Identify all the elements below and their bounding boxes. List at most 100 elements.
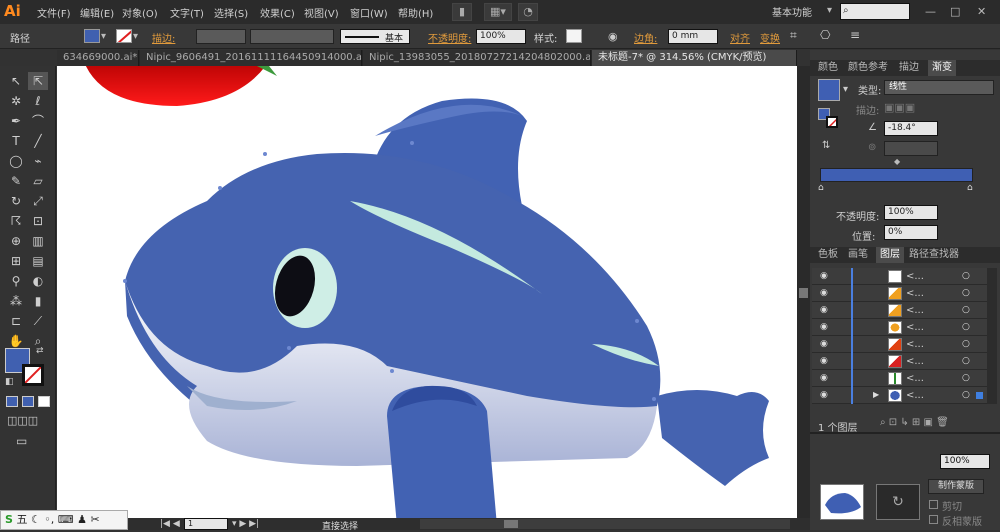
line-tool-icon[interactable]: ╱ — [28, 132, 48, 150]
layer-name[interactable]: <... — [906, 305, 924, 316]
eye-icon[interactable]: ◉ — [820, 305, 828, 315]
gradient-tool-icon[interactable]: ▤ — [28, 252, 48, 270]
artboard-tool-icon[interactable]: ⊏ — [6, 312, 26, 330]
gradient-type-dropdown[interactable]: 线性 — [884, 80, 994, 95]
eyedropper-icon[interactable]: ⚲ — [6, 272, 26, 290]
workspace-switcher[interactable]: 基本功能 — [772, 4, 812, 19]
maximize-icon[interactable]: □ — [950, 5, 960, 18]
tab-color-guide[interactable]: 颜色参考 — [844, 60, 892, 76]
target-circle-icon[interactable]: ○ — [962, 322, 970, 332]
target-circle-icon[interactable]: ○ — [962, 390, 970, 400]
tab-gradient[interactable]: 渐变 — [928, 60, 956, 76]
stop-position-input[interactable]: 0% — [884, 225, 938, 240]
target-circle-icon[interactable]: ○ — [962, 339, 970, 349]
expand-arrow-icon[interactable]: ▶ — [873, 390, 879, 399]
free-transform-icon[interactable]: ⊡ — [28, 212, 48, 230]
symbol-sprayer-icon[interactable]: ⁂ — [6, 292, 26, 310]
ime-toolbar[interactable]: S 五 ☾ ◦, ⌨ ♟ ✂ — [0, 510, 128, 530]
page-next-icon[interactable]: ▾ ▶ ▶| — [232, 519, 259, 529]
gradient-stop-left[interactable]: ⌂ — [818, 183, 824, 193]
horizontal-scrollbar[interactable] — [420, 519, 790, 529]
menu-select[interactable]: 选择(S) — [214, 5, 248, 20]
color-mode-button[interactable] — [6, 396, 18, 407]
chevron-down-icon[interactable]: ▾ — [843, 84, 848, 95]
mask-thumbnail[interactable]: ↻ — [876, 484, 920, 520]
stop-opacity-input[interactable]: 100% — [884, 205, 938, 220]
layers-footer-icons[interactable]: ⌕ ⊡ ↳ ⊞ ▣ 🗑 — [880, 417, 949, 428]
clip-checkbox[interactable] — [929, 500, 938, 509]
layer-name[interactable]: <... — [906, 339, 924, 350]
gradient-ramp[interactable] — [820, 168, 973, 182]
eye-icon[interactable]: ◉ — [820, 339, 828, 349]
target-circle-icon[interactable]: ○ — [962, 271, 970, 281]
make-mask-button[interactable]: 制作蒙版 — [928, 479, 984, 494]
menu-edit[interactable]: 编辑(E) — [80, 5, 114, 20]
eye-icon[interactable]: ◉ — [820, 356, 828, 366]
stroke-gradient-options-icon[interactable]: ▣▣▣ — [884, 101, 915, 114]
recolor-icon[interactable]: ◉ — [608, 30, 618, 43]
gpu-performance-icon[interactable]: ◔ — [518, 3, 538, 21]
menu-view[interactable]: 视图(V) — [304, 5, 339, 20]
layer-name[interactable]: <... — [906, 271, 924, 282]
arrange-documents-icon[interactable]: ▦▾ — [484, 3, 512, 21]
eye-icon[interactable]: ◉ — [820, 271, 828, 281]
aspect-ratio-input[interactable] — [884, 141, 938, 156]
help-search-input[interactable] — [840, 3, 910, 20]
chevron-down-icon[interactable]: ▾ — [827, 5, 832, 16]
perspective-grid-icon[interactable]: ▥ — [28, 232, 48, 250]
rotate-tool-icon[interactable]: ↻ — [6, 192, 26, 210]
tab-layers[interactable]: 图层 — [876, 247, 904, 263]
gradient-stop-right[interactable]: ⌂ — [967, 183, 973, 193]
warp-tool-icon[interactable]: ☈ — [6, 212, 26, 230]
slice-tool-icon[interactable]: ⟋ — [28, 312, 48, 330]
gradient-angle-input[interactable]: -18.4° — [884, 121, 938, 136]
tab-swatches[interactable]: 色板 — [814, 247, 842, 263]
artboard-canvas[interactable] — [57, 66, 797, 518]
vertical-scrollbar[interactable] — [797, 66, 810, 518]
blend-tool-icon[interactable]: ◐ — [28, 272, 48, 290]
corner-input[interactable]: 0 mm — [668, 29, 718, 44]
menu-window[interactable]: 窗口(W) — [350, 5, 388, 20]
variable-width-dropdown[interactable] — [250, 29, 334, 44]
tab-document-3[interactable]: Nipic_13983055_20180727214204802000.ai* — [363, 50, 591, 66]
mesh-tool-icon[interactable]: ⊞ — [6, 252, 26, 270]
brush-dropdown[interactable]: 基本 — [340, 29, 410, 44]
bridge-icon[interactable]: ▮ — [452, 3, 472, 21]
selection-tool-icon[interactable]: ↖ — [6, 72, 26, 90]
eye-icon[interactable]: ◉ — [820, 322, 828, 332]
tab-stroke[interactable]: 描边 — [895, 60, 923, 76]
eye-icon[interactable]: ◉ — [820, 288, 828, 298]
tab-document-1[interactable]: 634669000.ai* — [57, 50, 139, 66]
layer-name[interactable]: <... — [906, 322, 924, 333]
stroke-none-swatch[interactable] — [116, 29, 132, 43]
transparency-opacity-input[interactable]: 100% — [940, 454, 990, 469]
curvature-tool-icon[interactable]: ⌒ — [28, 112, 48, 130]
menu-file[interactable]: 文件(F) — [37, 5, 71, 20]
layer-name[interactable]: <... — [906, 390, 924, 401]
draw-mode-icon[interactable]: ◫◫◫ — [7, 414, 38, 427]
ellipse-tool-icon[interactable]: ◯ — [6, 152, 26, 170]
menu-help[interactable]: 帮助(H) — [398, 5, 433, 20]
layer-name[interactable]: <... — [906, 373, 924, 384]
graphic-style-swatch[interactable] — [566, 29, 582, 43]
shape-builder-icon[interactable]: ⊕ — [6, 232, 26, 250]
paintbrush-icon[interactable]: ⌁ — [28, 152, 48, 170]
fill-swatch[interactable] — [84, 29, 100, 43]
graph-tool-icon[interactable]: ▮ — [28, 292, 48, 310]
page-nav-icon[interactable]: |◀ ◀ — [160, 519, 180, 529]
scrollbar-thumb[interactable] — [504, 520, 518, 528]
screen-mode-icon[interactable]: ▭ — [16, 434, 27, 448]
transform-link[interactable]: 变换 — [760, 30, 780, 45]
none-mode-button[interactable] — [38, 396, 50, 407]
menu-effect[interactable]: 效果(C) — [260, 5, 295, 20]
stroke-weight-dropdown[interactable] — [196, 29, 246, 44]
stroke-color-box[interactable] — [22, 364, 44, 386]
eraser-icon[interactable]: ▱ — [28, 172, 48, 190]
layer-name[interactable]: <... — [906, 356, 924, 367]
default-colors-icon[interactable]: ◧ — [5, 377, 14, 387]
corner-label[interactable]: 边角: — [634, 30, 657, 45]
select-similar-icon[interactable]: ⎔ — [820, 28, 830, 42]
lasso-icon[interactable]: ℓ — [28, 92, 48, 110]
gradient-midpoint-icon[interactable]: ◆ — [894, 157, 900, 166]
pencil-icon[interactable]: ✎ — [6, 172, 26, 190]
